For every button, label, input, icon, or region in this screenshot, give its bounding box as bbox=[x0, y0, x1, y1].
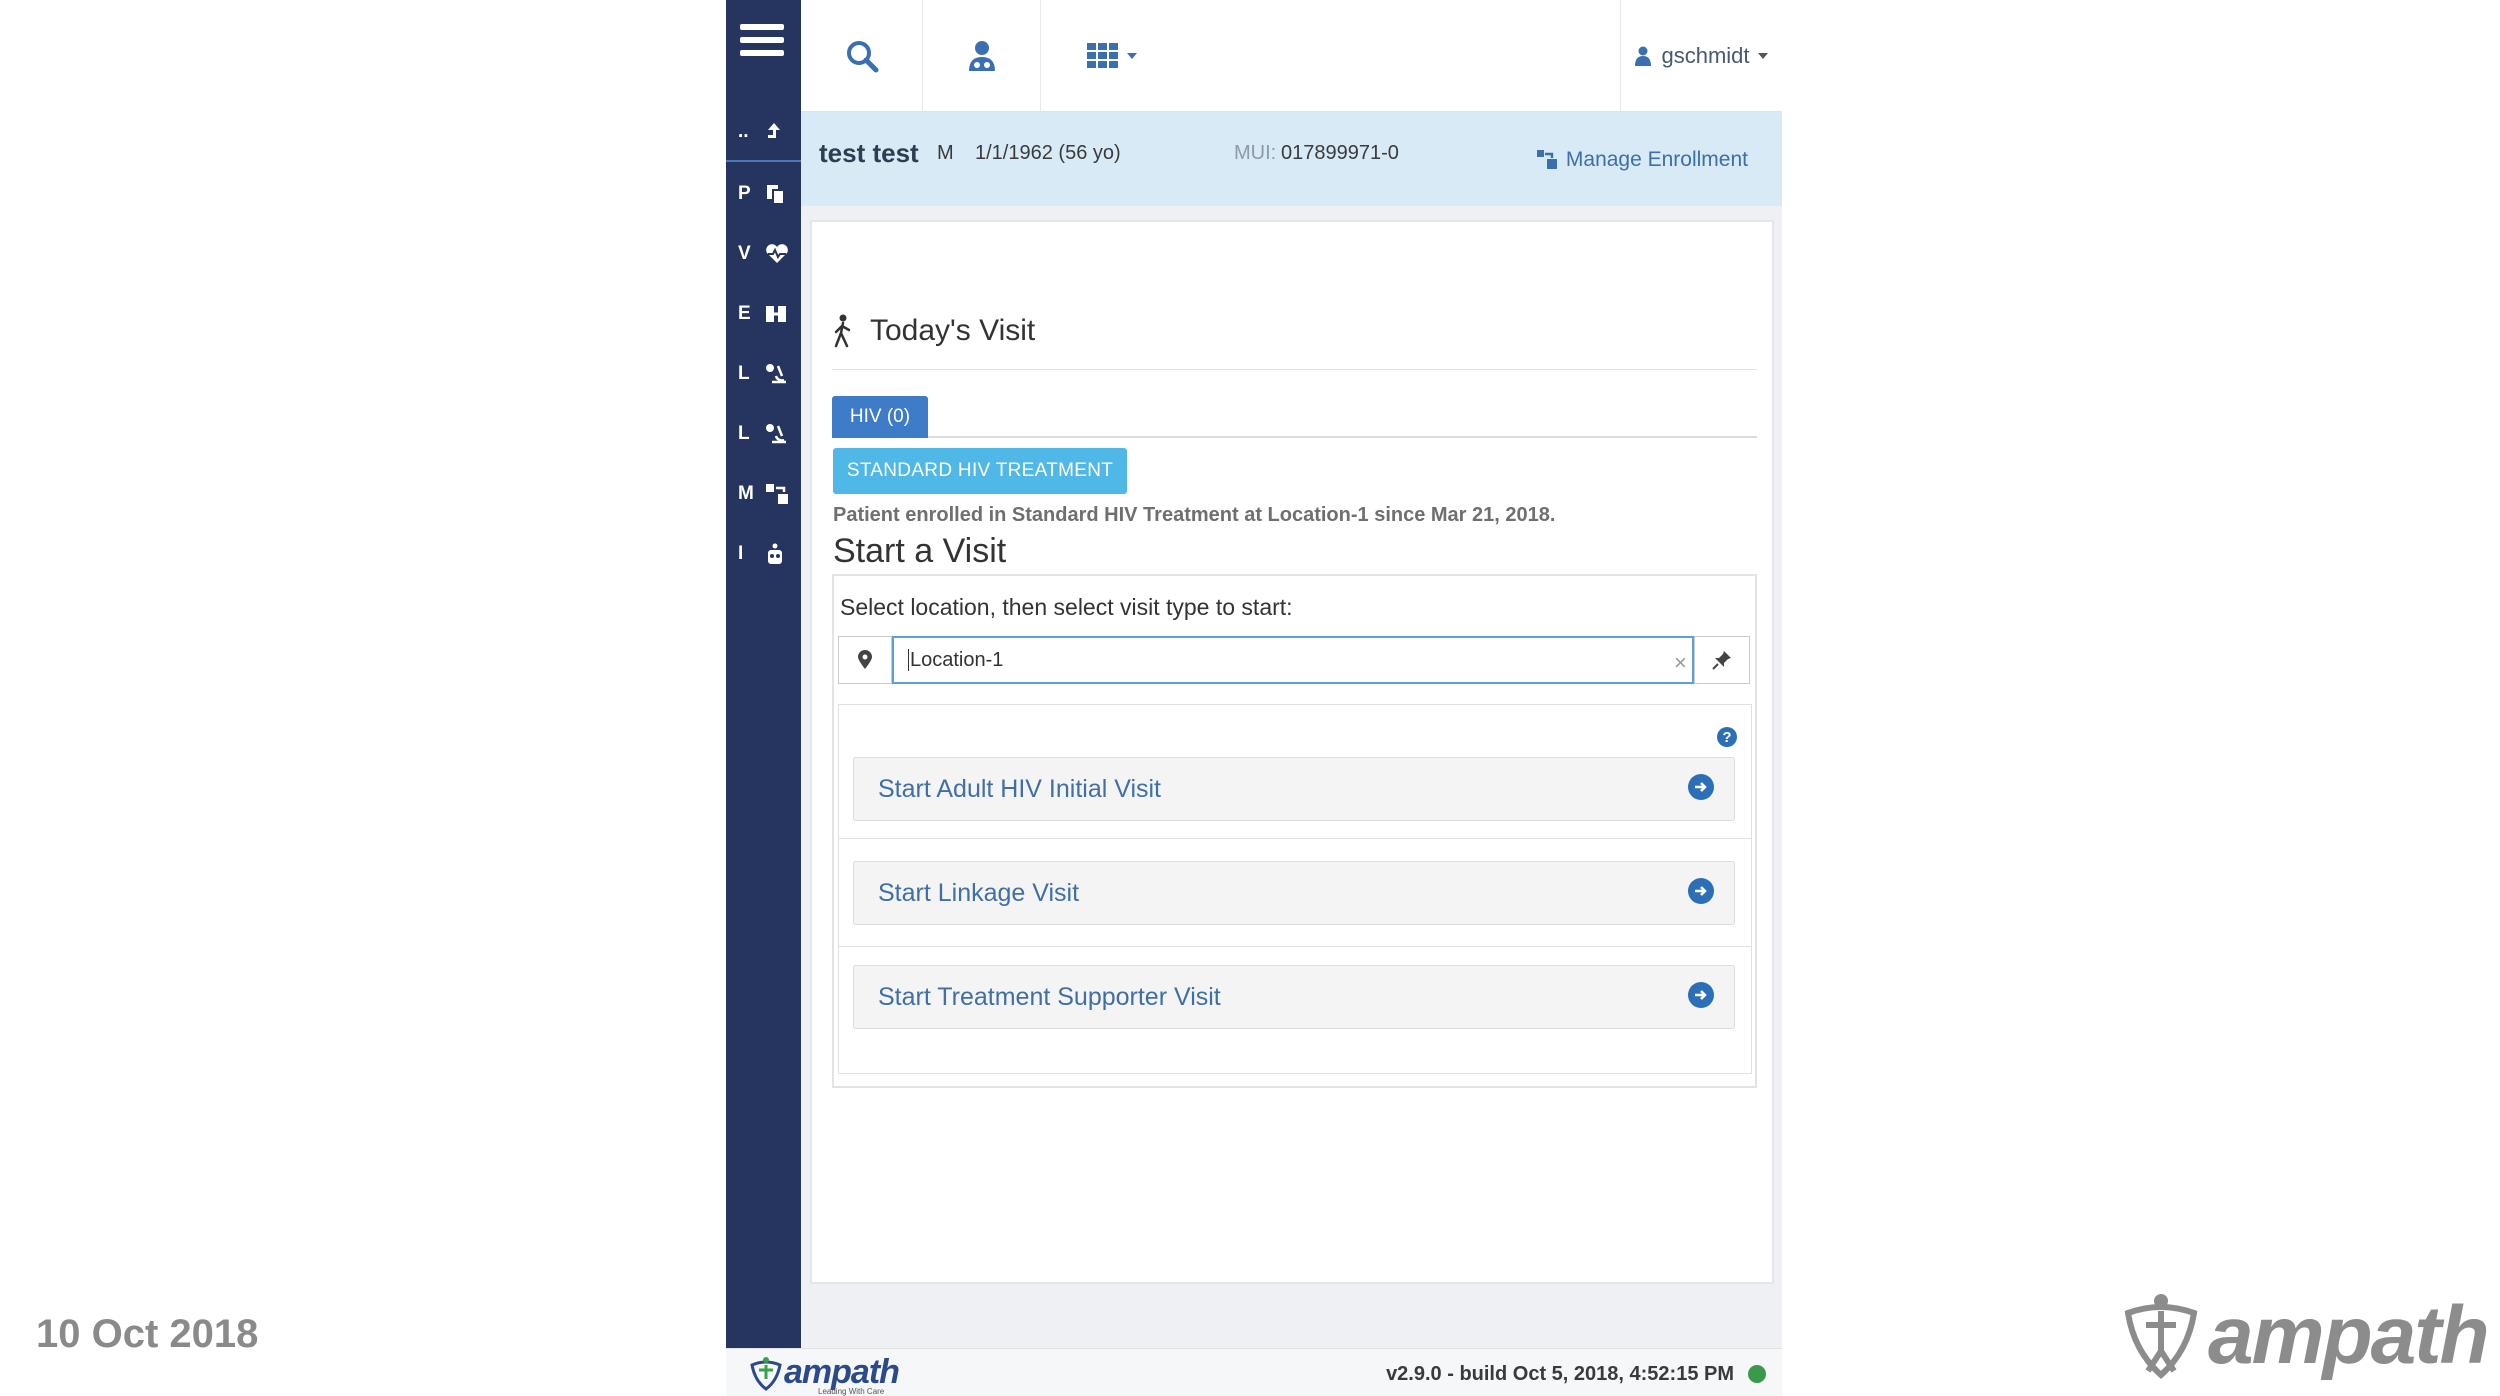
robot-icon bbox=[768, 543, 782, 564]
user-icon bbox=[1635, 46, 1652, 66]
patient-banner: test test M 1/1/1962 (56 yo) MUI: 017899… bbox=[801, 112, 1782, 206]
ampath-wordmark: ampath bbox=[2208, 1290, 2490, 1381]
list-item: Start Adult HIV Initial Visit bbox=[839, 705, 1751, 839]
patient-gender: M bbox=[937, 142, 954, 164]
start-linkage-visit-button[interactable]: Start Linkage Visit bbox=[853, 861, 1735, 925]
map-marker-icon bbox=[838, 636, 892, 684]
start-adult-hiv-initial-visit-button[interactable]: Start Adult HIV Initial Visit bbox=[853, 757, 1735, 821]
arrow-circle-right-icon bbox=[1688, 878, 1714, 904]
search-icon bbox=[846, 41, 878, 73]
arrow-circle-right-icon bbox=[1688, 774, 1714, 800]
chevron-down-icon bbox=[1127, 53, 1137, 59]
main-content: Today's Visit HIV (0) STANDARD HIV TREAT… bbox=[810, 220, 1774, 1284]
microscope-icon bbox=[766, 424, 786, 444]
transfer-icon bbox=[766, 484, 788, 504]
todays-visit-title: Today's Visit bbox=[870, 314, 1036, 347]
ampath-mark-icon bbox=[2118, 1291, 2204, 1381]
sidebar-item-vitals[interactable]: V bbox=[726, 232, 801, 276]
sidebar-item-patient-info[interactable]: P bbox=[726, 172, 801, 216]
start-treatment-supporter-visit-button[interactable]: Start Treatment Supporter Visit bbox=[853, 965, 1735, 1029]
pushpin-icon bbox=[1712, 651, 1731, 670]
sidebar-item-medications[interactable]: M bbox=[726, 472, 801, 516]
start-visit-panel: Select location, then select visit type … bbox=[832, 574, 1757, 1088]
people-icon bbox=[766, 306, 786, 322]
clear-icon[interactable]: × bbox=[1674, 650, 1687, 676]
walking-person-icon bbox=[834, 314, 851, 348]
slide-date: 10 Oct 2018 bbox=[36, 1312, 259, 1356]
manage-enrollment-link[interactable]: Manage Enrollment bbox=[1536, 148, 1748, 172]
location-input[interactable]: Location-1 × bbox=[892, 636, 1726, 684]
sidebar-item-imaging[interactable]: I bbox=[726, 532, 801, 576]
text-cursor bbox=[908, 649, 909, 671]
standard-hiv-treatment-button[interactable]: STANDARD HIV TREATMENT bbox=[833, 448, 1127, 494]
mui-label: MUI: bbox=[1234, 142, 1277, 164]
transfer-icon bbox=[1536, 150, 1557, 169]
grid-icon bbox=[1087, 43, 1118, 68]
list-item: Start Treatment Supporter Visit bbox=[839, 947, 1751, 1073]
sidebar: .. P V E L L M I bbox=[726, 0, 801, 1348]
ampath-logo: ampath bbox=[2118, 1286, 2490, 1386]
location-value: Location-1 bbox=[910, 648, 1004, 671]
version-label: v2.9.0 - build Oct 5, 2018, 4:52:15 PM bbox=[1386, 1363, 1734, 1385]
footer-tagline: Leading With Care bbox=[818, 1387, 885, 1396]
sidebar-item-lab-orders[interactable]: L bbox=[726, 352, 801, 396]
manage-enrollment-label: Manage Enrollment bbox=[1565, 148, 1748, 171]
visit-types-list: ? Start Adult HIV Initial Visit Start Li… bbox=[838, 704, 1752, 1074]
documents-icon bbox=[767, 185, 785, 205]
heart-pulse-icon bbox=[766, 244, 788, 263]
enrollment-status: Patient enrolled in Standard HIV Treatme… bbox=[833, 504, 1556, 526]
patient-dashboard-button[interactable] bbox=[923, 0, 1041, 112]
ampath-mark-icon bbox=[750, 1356, 782, 1391]
menu-toggle-icon[interactable] bbox=[740, 24, 784, 60]
top-navigation: gschmidt bbox=[801, 0, 1782, 112]
online-status-indicator bbox=[1748, 1365, 1766, 1383]
list-item: Start Linkage Visit bbox=[839, 839, 1751, 947]
search-button[interactable] bbox=[801, 0, 923, 112]
arrow-circle-right-icon bbox=[1688, 982, 1714, 1008]
tab-hiv[interactable]: HIV (0) bbox=[832, 396, 928, 438]
user-menu[interactable]: gschmidt bbox=[1620, 0, 1782, 112]
sidebar-item-encounters[interactable]: E bbox=[726, 292, 801, 336]
todays-visit-header: Today's Visit bbox=[832, 310, 1757, 370]
sidebar-item-back[interactable]: .. bbox=[726, 110, 801, 154]
footer-logo: ampath Leading With Care bbox=[748, 1353, 900, 1396]
app-footer: ampath Leading With Care v2.9.0 - build … bbox=[726, 1348, 1782, 1396]
patient-mui: 017899971-0 bbox=[1281, 142, 1399, 164]
start-visit-title: Start a Visit bbox=[833, 532, 1007, 570]
apps-menu-button[interactable] bbox=[1041, 0, 1183, 112]
location-selector: Location-1 × bbox=[838, 636, 1752, 684]
patient-dob: 1/1/1962 (56 yo) bbox=[975, 142, 1121, 164]
sidebar-item-lab-results[interactable]: L bbox=[726, 412, 801, 456]
microscope-icon bbox=[766, 364, 786, 384]
chevron-down-icon bbox=[1757, 53, 1768, 59]
doctor-icon bbox=[968, 41, 995, 71]
pin-location-button[interactable] bbox=[1694, 636, 1750, 684]
up-arrow-icon bbox=[768, 123, 780, 138]
username-label: gschmidt bbox=[1661, 43, 1750, 68]
program-tabs: HIV (0) bbox=[832, 396, 1757, 438]
sidebar-divider bbox=[726, 160, 801, 162]
patient-name: test test bbox=[819, 138, 919, 168]
select-location-label: Select location, then select visit type … bbox=[840, 594, 1293, 620]
app-window: .. P V E L L M I gschmidt test test M 1/… bbox=[726, 0, 1782, 1396]
